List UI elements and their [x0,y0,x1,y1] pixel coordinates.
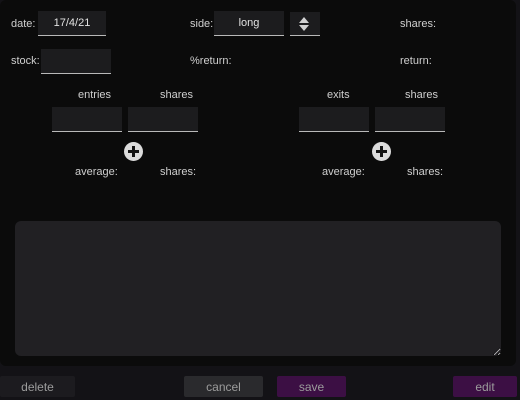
add-entry-button[interactable] [124,142,143,161]
exit-price-field[interactable] [299,107,369,132]
exit-shares-field[interactable] [375,107,445,132]
side-field[interactable] [214,11,284,36]
exits-column-label: exits [327,89,350,101]
stock-field[interactable] [41,49,111,74]
up-down-arrows-icon [299,17,309,31]
return-label: return: [400,55,432,67]
stock-label: stock: [11,55,40,67]
exits-shares-total-label: shares: [407,166,444,178]
entry-shares-field[interactable] [128,107,198,132]
exits-shares-column-label: shares [405,89,439,101]
notes-textarea[interactable] [15,221,501,356]
side-stepper[interactable] [290,12,320,36]
date-label: date: [11,18,36,30]
entries-average-label: average: [75,166,118,178]
side-label: side: [190,18,214,30]
exits-average-label: average: [322,166,365,178]
shares-summary-label: shares: [400,18,437,30]
percent-return-label: %return: [190,55,232,67]
entries-column-label: entries [78,89,112,101]
date-field[interactable] [38,11,106,36]
add-exit-button[interactable] [372,142,391,161]
entries-shares-column-label: shares [160,89,194,101]
save-button[interactable]: save [277,376,346,397]
cancel-button[interactable]: cancel [184,376,263,397]
entry-price-field[interactable] [52,107,122,132]
delete-button[interactable]: delete [0,376,75,397]
entries-shares-total-label: shares: [160,166,197,178]
trade-form-panel: date: side: shares: stock: %return: retu… [0,0,516,366]
edit-button[interactable]: edit [453,376,517,397]
